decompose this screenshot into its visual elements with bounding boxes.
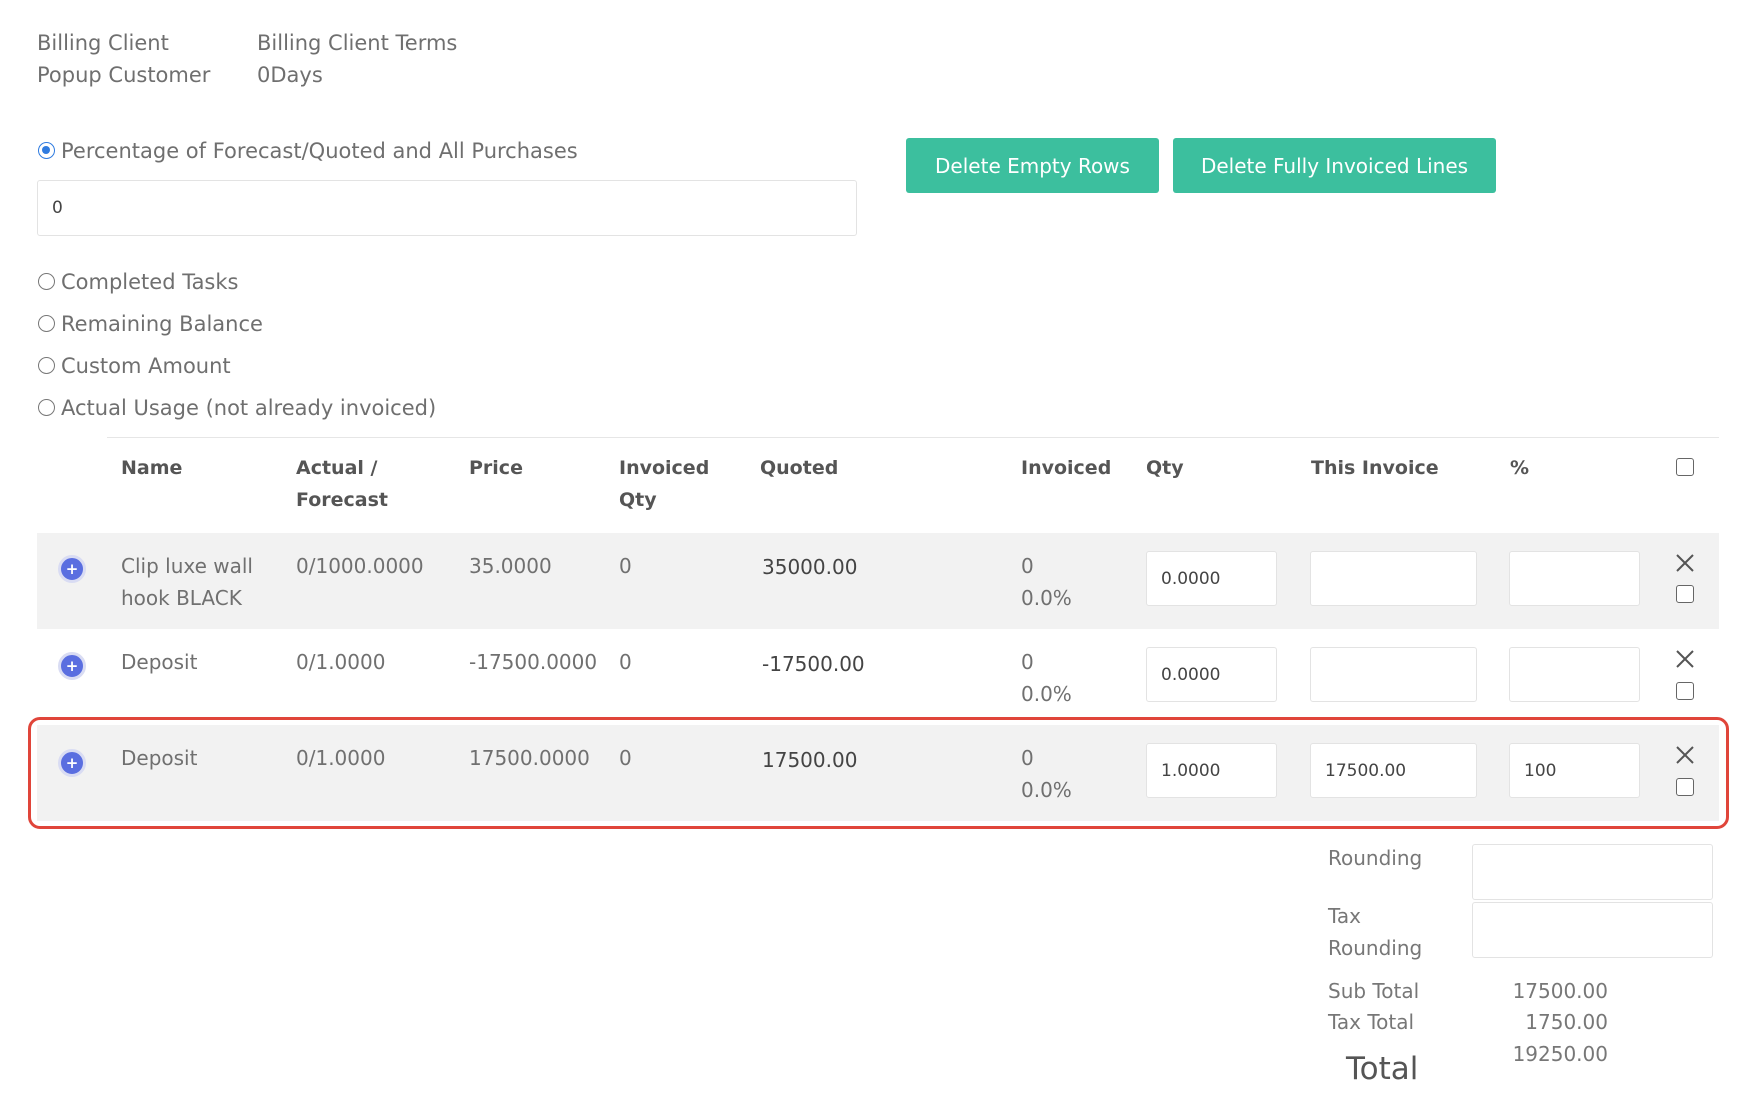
- row-price: 35.0000: [469, 554, 552, 578]
- row-actual: 0/1000.0000: [296, 554, 424, 578]
- row-actual: 0/1.0000: [296, 650, 386, 674]
- row-invoiced-qty: 0: [619, 554, 632, 578]
- header-percent: %: [1510, 457, 1530, 479]
- highlight-box: [28, 717, 1729, 829]
- delete-empty-rows-button[interactable]: Delete Empty Rows: [906, 138, 1159, 193]
- header-invoiced: Invoiced: [1021, 457, 1112, 479]
- row-checkbox[interactable]: [1676, 585, 1694, 603]
- percentage-label: Percentage of Forecast/Quoted and All Pu…: [61, 139, 578, 163]
- tax-rounding-label-line1: Tax: [1328, 904, 1361, 928]
- header-this-invoice: This Invoice: [1311, 457, 1439, 479]
- row-quoted: 35000.00: [762, 555, 858, 579]
- tax-total-value: 1750.00: [1525, 1010, 1608, 1034]
- row-name-line1: Deposit: [121, 650, 198, 674]
- actual-usage-label: Actual Usage (not already invoiced): [61, 396, 437, 420]
- billing-client-label: Billing Client: [37, 31, 169, 55]
- tax-rounding-label-line2: Rounding: [1328, 936, 1423, 960]
- header-name: Name: [121, 457, 183, 479]
- row-this-invoice-input[interactable]: [1310, 551, 1477, 606]
- row-name-line1: Clip luxe wall: [121, 554, 253, 578]
- rounding-input[interactable]: [1472, 844, 1713, 900]
- row-qty-input[interactable]: 0.0000: [1146, 551, 1277, 606]
- remaining-balance-radio[interactable]: [38, 315, 55, 332]
- delete-fully-invoiced-lines-button[interactable]: Delete Fully Invoiced Lines: [1173, 138, 1496, 193]
- row-quoted: -17500.00: [762, 652, 865, 676]
- header-actual-line1: Actual /: [296, 457, 378, 479]
- delete-row-icon[interactable]: [1674, 552, 1696, 574]
- row-invoiced: 0: [1021, 554, 1034, 578]
- row-invoiced: 0: [1021, 650, 1034, 674]
- delete-row-icon[interactable]: [1674, 648, 1696, 670]
- table-top-divider: [107, 437, 1719, 438]
- remaining-balance-label: Remaining Balance: [61, 312, 263, 336]
- row-percent-input[interactable]: [1509, 551, 1640, 606]
- expand-row-icon[interactable]: +: [58, 652, 86, 680]
- row-qty-input[interactable]: 0.0000: [1146, 647, 1277, 702]
- actual-usage-radio[interactable]: [38, 399, 55, 416]
- total-label: Total: [1346, 1051, 1419, 1087]
- billing-terms-label: Billing Client Terms: [257, 31, 458, 55]
- row-checkbox[interactable]: [1676, 682, 1694, 700]
- billing-terms-value: 0Days: [257, 63, 323, 87]
- percentage-radio[interactable]: [38, 142, 55, 159]
- header-invoiced-qty-line2: Qty: [619, 489, 657, 511]
- rounding-label: Rounding: [1328, 846, 1423, 870]
- row-price: -17500.0000: [469, 650, 598, 674]
- header-actual-line2: Forecast: [296, 489, 388, 511]
- tax-total-label: Tax Total: [1328, 1010, 1415, 1034]
- completed-tasks-label: Completed Tasks: [61, 270, 239, 294]
- custom-amount-label: Custom Amount: [61, 354, 231, 378]
- row-percent-input[interactable]: [1509, 647, 1640, 702]
- header-price: Price: [469, 457, 523, 479]
- total-value: 19250.00: [1512, 1042, 1608, 1066]
- header-invoiced-qty-line1: Invoiced: [619, 457, 710, 479]
- subtotal-value: 17500.00: [1512, 979, 1608, 1003]
- custom-amount-radio[interactable]: [38, 357, 55, 374]
- billing-client-value: Popup Customer: [37, 63, 211, 87]
- completed-tasks-radio[interactable]: [38, 273, 55, 290]
- subtotal-label: Sub Total: [1328, 979, 1420, 1003]
- row-invoiced-pct: 0.0%: [1021, 586, 1072, 610]
- header-qty: Qty: [1146, 457, 1184, 479]
- tax-rounding-input[interactable]: [1472, 902, 1713, 958]
- row-this-invoice-input[interactable]: [1310, 647, 1477, 702]
- row-name-line2: hook BLACK: [121, 586, 242, 610]
- expand-row-icon[interactable]: +: [58, 555, 86, 583]
- row-invoiced-qty: 0: [619, 650, 632, 674]
- select-all-checkbox[interactable]: [1676, 458, 1694, 476]
- percentage-input[interactable]: 0: [37, 180, 857, 236]
- header-quoted: Quoted: [760, 457, 839, 479]
- row-invoiced-pct: 0.0%: [1021, 682, 1072, 706]
